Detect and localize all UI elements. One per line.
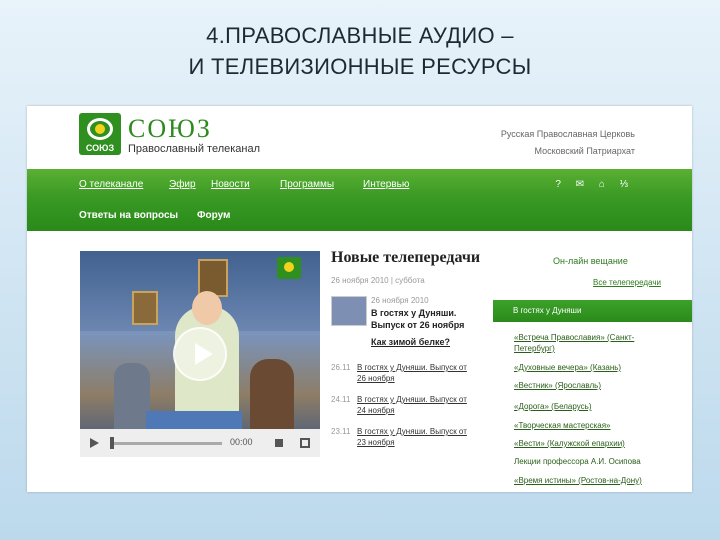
fullscreen-icon[interactable] xyxy=(300,438,310,448)
nav-item-forum[interactable]: Форум xyxy=(197,210,230,221)
slide-title-line2: И ТЕЛЕВИЗИОННЫЕ РЕСУРСЫ xyxy=(188,54,532,79)
soyuz-logo[interactable]: СОЮЗ xyxy=(79,113,121,155)
brand-tagline: Православный телеканал xyxy=(128,143,261,155)
program-item[interactable]: «Встреча Православия» (Санкт-Петербург) xyxy=(514,332,664,354)
episode-date: 23.11 xyxy=(331,427,351,436)
program-item[interactable]: «Дорога» (Беларусь) xyxy=(514,401,664,412)
program-item[interactable]: «Вести» (Калужской епархии) xyxy=(514,438,664,449)
video-player[interactable] xyxy=(80,251,320,457)
church-line1: Русская Православная Церковь xyxy=(500,129,635,139)
play-overlay-icon[interactable] xyxy=(173,327,227,381)
seek-handle[interactable] xyxy=(110,437,114,449)
featured-title[interactable]: В гостях у Дуняши. Выпуск от 26 ноября xyxy=(371,307,481,331)
nav-item-interview[interactable]: Интервью xyxy=(363,179,409,190)
program-item[interactable]: «Духовные вечера» (Казань) xyxy=(514,362,664,373)
video-time: 00:00 xyxy=(230,437,253,447)
featured-link[interactable]: Как зимой белке? xyxy=(371,337,450,347)
website-screenshot: СОЮЗ СОЮЗ Православный телеканал Русская… xyxy=(27,106,692,492)
church-info: Русская Православная Церковь Московский … xyxy=(501,126,635,160)
program-item[interactable]: «Время истины» (Ростов-на-Дону) xyxy=(514,475,664,486)
logo-caption: СОЮЗ xyxy=(85,143,115,153)
section-date: 26 ноября 2010 | суббота xyxy=(331,276,425,285)
section-logo-icon xyxy=(277,257,301,279)
nav-item-about[interactable]: О телеканале xyxy=(79,179,143,190)
video-icon-frame xyxy=(132,291,158,325)
episode-date: 24.11 xyxy=(331,395,351,404)
episode-link[interactable]: В гостях у Дуняши. Выпуск от 23 ноября xyxy=(357,426,467,448)
seek-bar[interactable] xyxy=(110,442,222,445)
slide-title-line1: 4.ПРАВОСЛАВНЫЕ АУДИО – xyxy=(206,23,514,48)
episode-link[interactable]: В гостях у Дуняши. Выпуск от 26 ноября xyxy=(357,362,467,384)
nav-item-faq[interactable]: Ответы на вопросы xyxy=(79,210,178,221)
program-item[interactable]: «Творческая мастерская» xyxy=(514,420,664,431)
episode-date: 26.11 xyxy=(331,363,351,372)
main-nav: О телеканале Эфир Новости Программы Инте… xyxy=(27,169,692,231)
nav-item-news[interactable]: Новости xyxy=(211,179,250,190)
slide-title: 4.ПРАВОСЛАВНЫЕ АУДИО – И ТЕЛЕВИЗИОННЫЕ Р… xyxy=(0,20,720,82)
logo-dot-icon xyxy=(95,124,105,134)
video-controls: 00:00 xyxy=(80,429,320,457)
program-item[interactable]: «Вестник» (Ярославль) xyxy=(514,380,664,391)
featured-thumbnail[interactable] xyxy=(331,296,367,326)
nav-tool-icons[interactable]: ? ✉ ⌂ ⅓ xyxy=(555,179,634,190)
brand-name[interactable]: СОЮЗ xyxy=(128,114,212,144)
program-item[interactable]: Лекции профессора А.И. Осипова xyxy=(514,456,664,467)
online-broadcast-link[interactable]: Он-лайн вещание xyxy=(553,256,628,266)
featured-date: 26 ноября 2010 xyxy=(371,296,429,305)
nav-item-air[interactable]: Эфир xyxy=(169,179,196,190)
nav-item-programs[interactable]: Программы xyxy=(280,179,334,190)
program-active-item[interactable]: В гостях у Дуняши xyxy=(493,300,692,322)
episode-link[interactable]: В гостях у Дуняши. Выпуск от 24 ноября xyxy=(357,394,467,416)
play-icon[interactable] xyxy=(90,438,99,448)
volume-icon[interactable] xyxy=(275,439,283,447)
video-figure-head xyxy=(192,291,222,325)
church-line2: Московский Патриархат xyxy=(534,146,636,156)
all-shows-link[interactable]: Все телепередачи xyxy=(593,278,661,287)
section-title: Новые телепередачи xyxy=(331,249,481,266)
program-active-label: В гостях у Дуняши xyxy=(513,306,582,315)
